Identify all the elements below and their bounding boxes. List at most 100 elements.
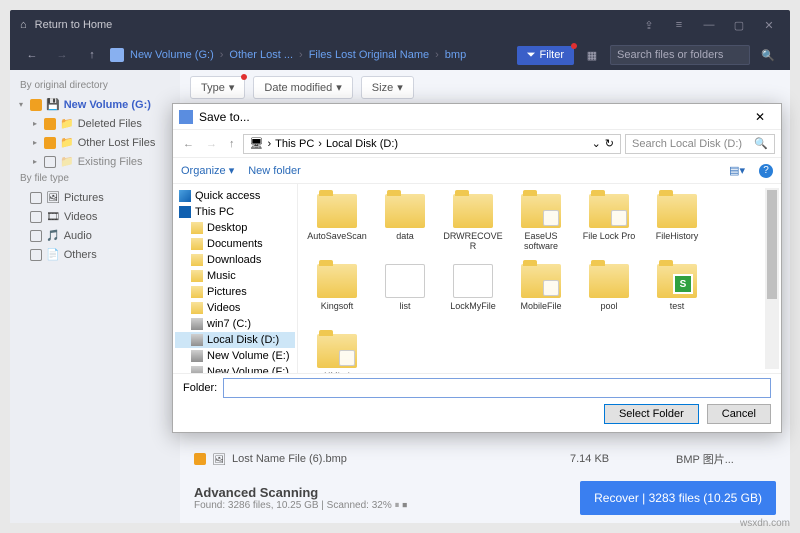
nav-back-icon[interactable]: ← bbox=[179, 138, 198, 150]
folder-icon bbox=[453, 264, 493, 298]
nav-item[interactable]: New Volume (F:) bbox=[175, 364, 295, 373]
home-icon[interactable]: ⌂ bbox=[20, 19, 27, 31]
new-folder-button[interactable]: New folder bbox=[248, 165, 301, 177]
folder-item[interactable]: data bbox=[372, 190, 438, 258]
tree-pictures[interactable]: 🖼Pictures bbox=[14, 188, 176, 207]
folder-item[interactable]: FileHistory bbox=[644, 190, 710, 258]
nav-item[interactable]: New Volume (E:) bbox=[175, 348, 295, 364]
filter-badge bbox=[571, 43, 577, 49]
folder-item[interactable]: test bbox=[644, 260, 710, 328]
nav-fwd-icon: → bbox=[202, 138, 221, 150]
nav-item[interactable]: Music bbox=[175, 268, 295, 284]
drive-icon bbox=[191, 350, 203, 362]
sidebar: By original directory ▾💾New Volume (G:) … bbox=[10, 70, 180, 523]
folder-s-icon bbox=[191, 254, 203, 266]
folder-icon bbox=[317, 194, 357, 228]
file-row[interactable]: 🖼 Lost Name File (6).bmp 7.14 KB BMP 图片.… bbox=[180, 445, 790, 473]
group-by-type: By file type bbox=[20, 173, 170, 184]
tree-audio[interactable]: 🎵Audio bbox=[14, 226, 176, 245]
tree-new-volume[interactable]: ▾💾New Volume (G:) bbox=[14, 95, 176, 114]
up-icon[interactable]: ↑ bbox=[80, 43, 104, 67]
select-folder-button[interactable]: Select Folder bbox=[604, 404, 699, 424]
view-icon[interactable]: ▤▾ bbox=[729, 164, 745, 177]
folder-item[interactable]: MobileFile bbox=[508, 260, 574, 328]
folder-item[interactable]: XMind bbox=[304, 330, 370, 373]
search-icon[interactable]: 🔍 bbox=[756, 43, 780, 67]
maximize-icon[interactable]: ▢ bbox=[728, 14, 750, 36]
organize-button[interactable]: Organize ▾ bbox=[181, 164, 234, 177]
drive-icon bbox=[191, 318, 203, 330]
filter-date[interactable]: Date modified▾ bbox=[253, 76, 352, 99]
search-input[interactable]: Search files or folders bbox=[610, 45, 750, 65]
file-size: 7.14 KB bbox=[570, 453, 670, 465]
folder-item[interactable]: AutoSaveScan bbox=[304, 190, 370, 258]
drive-icon bbox=[191, 334, 203, 346]
nav-item[interactable]: Quick access bbox=[175, 188, 295, 204]
nav-item[interactable]: Documents bbox=[175, 236, 295, 252]
folder-item[interactable]: list bbox=[372, 260, 438, 328]
scanning-status: Advanced Scanning Found: 3286 files, 10.… bbox=[194, 485, 407, 511]
folder-s-icon bbox=[191, 302, 203, 314]
group-by-directory: By original directory bbox=[20, 80, 170, 91]
crumb-2[interactable]: Other Lost ... bbox=[229, 49, 293, 61]
scrollbar[interactable] bbox=[765, 188, 779, 369]
pc-icon bbox=[179, 206, 191, 218]
folder-s-icon bbox=[191, 286, 203, 298]
nav-pane: Quick accessThis PCDesktopDocumentsDownl… bbox=[173, 184, 298, 373]
tree-deleted[interactable]: ▸📁Deleted Files bbox=[14, 114, 176, 133]
nav-item[interactable]: Pictures bbox=[175, 284, 295, 300]
tree-existing[interactable]: ▸📁Existing Files bbox=[14, 152, 176, 171]
nav-item[interactable]: Downloads bbox=[175, 252, 295, 268]
nav-item[interactable]: Videos bbox=[175, 300, 295, 316]
drive-icon bbox=[110, 48, 124, 62]
row-checkbox[interactable] bbox=[194, 453, 206, 465]
crumb-1[interactable]: New Volume (G:) bbox=[130, 49, 214, 61]
folder-input[interactable] bbox=[223, 378, 771, 398]
file-type: BMP 图片... bbox=[676, 451, 776, 467]
crumb-3[interactable]: Files Lost Original Name bbox=[309, 49, 429, 61]
forward-icon: → bbox=[50, 43, 74, 67]
stop-icon[interactable]: ⏹ bbox=[402, 500, 407, 511]
share-icon[interactable]: ⇪ bbox=[638, 14, 660, 36]
recover-button[interactable]: Recover | 3283 files (10.25 GB) bbox=[580, 481, 776, 515]
dialog-close-icon[interactable]: ✕ bbox=[745, 110, 775, 124]
return-home-link[interactable]: Return to Home bbox=[35, 19, 113, 31]
file-name: Lost Name File (6).bmp bbox=[232, 453, 564, 465]
folder-item[interactable]: LockMyFile bbox=[440, 260, 506, 328]
tree-videos[interactable]: 🎞Videos bbox=[14, 207, 176, 226]
minimize-icon[interactable]: — bbox=[698, 14, 720, 36]
save-dialog: Save to... ✕ ← → ↑ 🖥 ›This PC ›Local Dis… bbox=[172, 103, 782, 433]
folder-item[interactable]: Kingsoft bbox=[304, 260, 370, 328]
filter-button[interactable]: ⏷ Filter bbox=[517, 46, 574, 65]
close-icon[interactable]: ✕ bbox=[758, 14, 780, 36]
nav-item[interactable]: Desktop bbox=[175, 220, 295, 236]
folder-item[interactable]: DRWRECOVER bbox=[440, 190, 506, 258]
folder-label: Folder: bbox=[183, 382, 217, 394]
filter-size[interactable]: Size▾ bbox=[361, 76, 414, 99]
nav-item[interactable]: This PC bbox=[175, 204, 295, 220]
folder-pane: AutoSaveScandataDRWRECOVEREaseUS softwar… bbox=[298, 184, 781, 373]
folder-item[interactable]: File Lock Pro bbox=[576, 190, 642, 258]
view-icon[interactable]: ▦ bbox=[580, 43, 604, 67]
drive-icon bbox=[191, 366, 203, 373]
nav-item[interactable]: Local Disk (D:) bbox=[175, 332, 295, 348]
tree-others[interactable]: 📄Others bbox=[14, 245, 176, 264]
dialog-title: Save to... bbox=[199, 110, 250, 124]
pause-icon[interactable]: ⏸ bbox=[395, 500, 400, 511]
folder-item[interactable]: EaseUS software bbox=[508, 190, 574, 258]
filter-type[interactable]: Type▾ bbox=[190, 76, 245, 99]
crumb-4[interactable]: bmp bbox=[445, 49, 466, 61]
nav-up-icon[interactable]: ↑ bbox=[225, 138, 239, 150]
back-icon[interactable]: ← bbox=[20, 43, 44, 67]
tree-other-lost[interactable]: ▸📁Other Lost Files bbox=[14, 133, 176, 152]
help-icon[interactable]: ? bbox=[759, 164, 773, 178]
address-bar[interactable]: 🖥 ›This PC ›Local Disk (D:) ⌄↻ bbox=[243, 134, 622, 154]
menu-icon[interactable]: ≡ bbox=[668, 14, 690, 36]
folder-s-icon bbox=[191, 270, 203, 282]
dialog-icon bbox=[179, 110, 193, 124]
folder-icon bbox=[385, 264, 425, 298]
folder-item[interactable]: pool bbox=[576, 260, 642, 328]
nav-item[interactable]: win7 (C:) bbox=[175, 316, 295, 332]
cancel-button[interactable]: Cancel bbox=[707, 404, 771, 424]
dialog-search[interactable]: Search Local Disk (D:) 🔍 bbox=[625, 134, 775, 154]
